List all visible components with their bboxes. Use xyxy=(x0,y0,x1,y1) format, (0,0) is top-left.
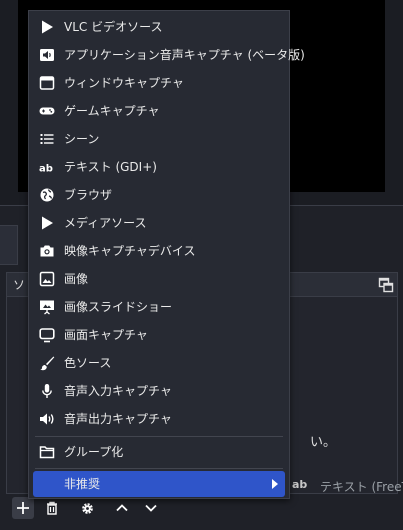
text-ab-icon: ab xyxy=(292,478,308,491)
gamepad-icon xyxy=(39,107,55,115)
play-icon xyxy=(42,216,53,230)
menu-item-video-capture-device[interactable]: 映像キャプチャデバイス xyxy=(33,238,285,264)
menu-item-text-gdi[interactable]: ab テキスト (GDI+) xyxy=(33,154,285,180)
monitor-icon xyxy=(39,328,55,343)
float-dock-icon[interactable] xyxy=(378,277,394,293)
menu-item-group[interactable]: グループ化 xyxy=(33,439,285,465)
chevron-down-icon xyxy=(145,504,157,512)
menu-item-vlc-video-source[interactable]: VLC ビデオソース xyxy=(33,14,285,40)
brush-icon xyxy=(40,356,55,371)
menu-item-color-source[interactable]: 色ソース xyxy=(33,350,285,376)
scene-dock-edge xyxy=(0,225,18,265)
empty-hint-text: い。 xyxy=(310,435,337,450)
trash-icon xyxy=(47,501,57,515)
menu-separator xyxy=(35,436,283,437)
menu-item-display-capture[interactable]: 画面キャプチャ xyxy=(33,322,285,348)
menu-item-audio-input-capture[interactable]: 音声入力キャプチャ xyxy=(33,378,285,404)
globe-icon xyxy=(40,188,54,202)
menu-item-browser[interactable]: ブラウザ xyxy=(33,182,285,208)
remove-source-button[interactable] xyxy=(41,497,63,519)
menu-item-app-audio-capture[interactable]: アプリケーション音声キャプチャ (ベータ版) xyxy=(33,42,305,68)
image-icon xyxy=(39,271,55,287)
text-ab-icon: ab xyxy=(39,164,53,175)
dock-title-label: ソ xyxy=(13,278,26,292)
move-up-button[interactable] xyxy=(111,497,133,519)
svg-text:ab: ab xyxy=(39,164,53,175)
move-down-button[interactable] xyxy=(140,497,162,519)
plus-icon xyxy=(17,502,29,514)
add-source-button[interactable] xyxy=(12,497,34,519)
microphone-icon xyxy=(42,384,52,398)
menu-item-game-capture[interactable]: ゲームキャプチャ xyxy=(33,98,285,124)
menu-item-image[interactable]: 画像 xyxy=(33,266,285,292)
source-properties-button[interactable] xyxy=(76,497,98,519)
submenu-arrow-icon xyxy=(272,479,278,489)
camera-icon xyxy=(40,245,54,257)
speaker-icon xyxy=(40,413,54,425)
window-icon xyxy=(39,76,55,90)
menu-item-audio-output-capture[interactable]: 音声出力キャプチャ xyxy=(33,406,285,432)
list-icon xyxy=(40,134,54,144)
add-source-menu: VLC ビデオソース アプリケーション音声キャプチャ (ベータ版) ウィンドウキ… xyxy=(28,10,305,499)
folder-icon xyxy=(39,446,55,459)
sources-toolbar xyxy=(0,497,403,521)
play-icon xyxy=(42,20,53,34)
app-audio-icon xyxy=(40,49,54,61)
source-list-item-label: テキスト (FreeTy xyxy=(320,480,403,494)
source-list-item[interactable]: ab テキスト (FreeTy xyxy=(286,476,403,498)
menu-item-deprecated[interactable]: 非推奨 xyxy=(33,471,285,497)
menu-item-scene[interactable]: シーン xyxy=(33,126,285,152)
menu-item-media-source[interactable]: メディアソース xyxy=(33,210,285,236)
menu-item-image-slideshow[interactable]: 画像スライドショー xyxy=(33,294,285,320)
gear-icon xyxy=(81,502,93,514)
chevron-up-icon xyxy=(116,504,128,512)
menu-separator xyxy=(35,468,283,469)
slideshow-icon xyxy=(40,300,54,315)
menu-item-window-capture[interactable]: ウィンドウキャプチャ xyxy=(33,70,285,96)
